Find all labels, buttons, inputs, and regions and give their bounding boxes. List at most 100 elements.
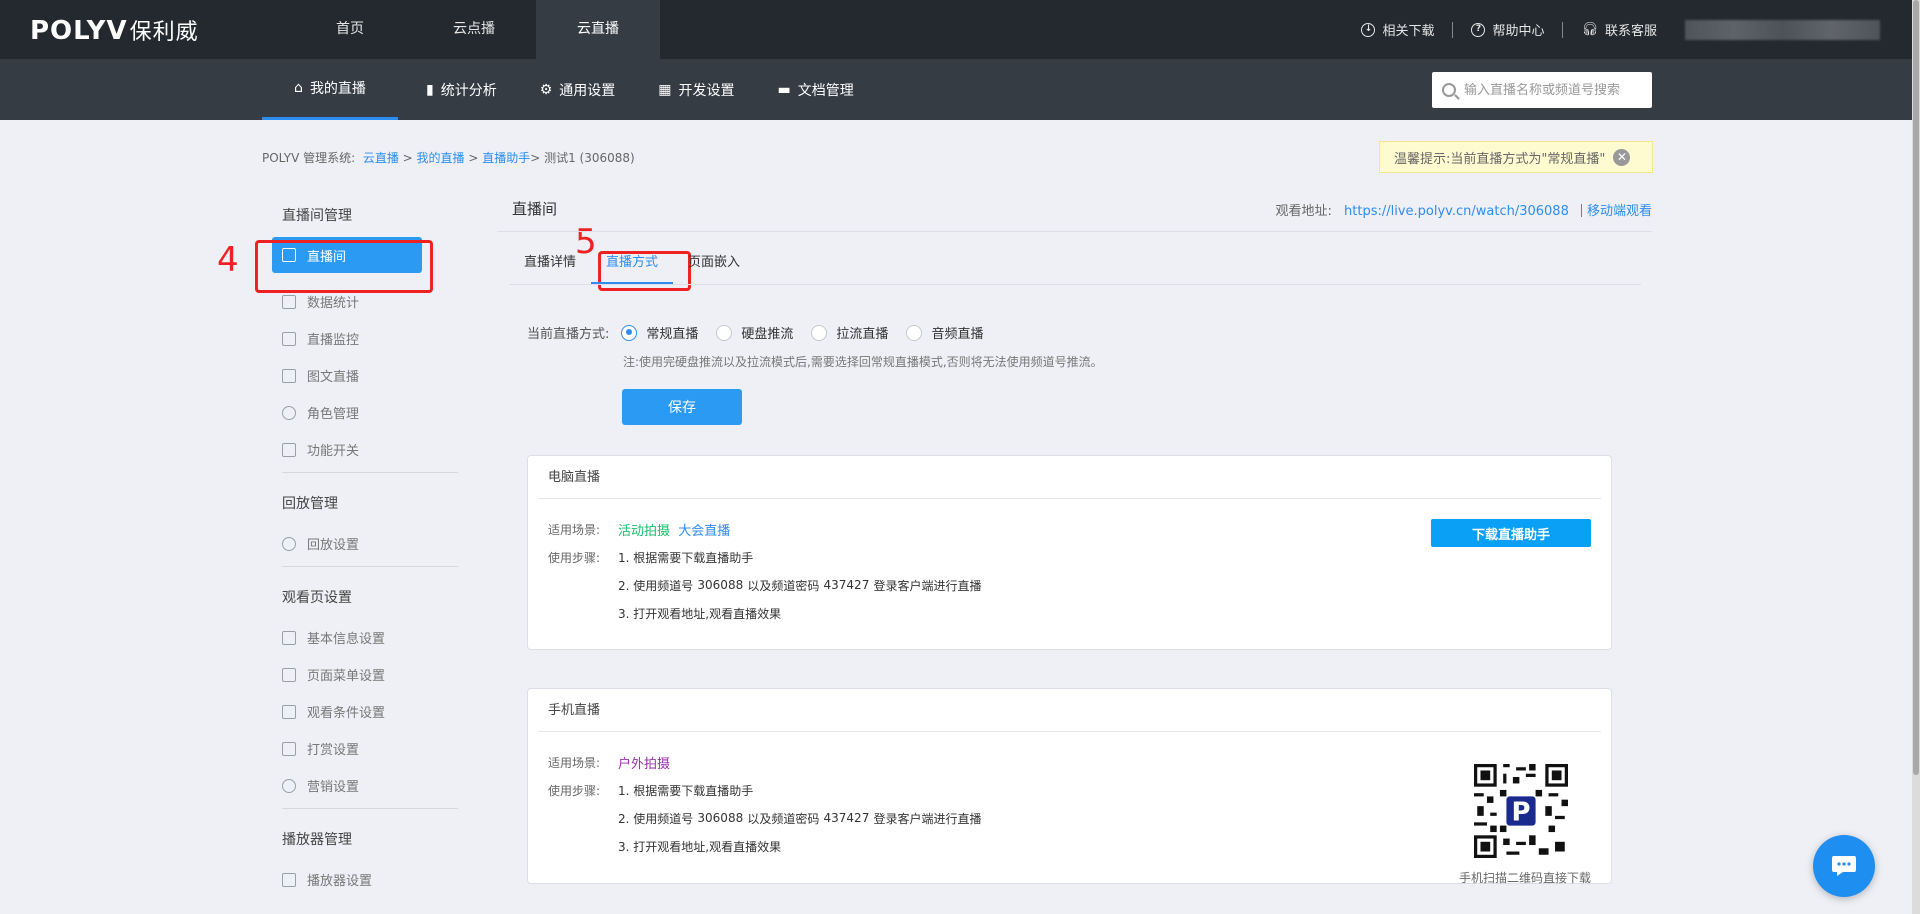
sidebar-item-roles[interactable]: 角色管理 xyxy=(262,394,458,431)
mobile-live-card: 手机直播 适用场景: 户外拍摄 使用步骤: 1. 根据需要下载直播助手 2. 使… xyxy=(527,688,1612,885)
window-icon xyxy=(282,630,296,645)
radio-pull-stream[interactable]: 拉流直播 xyxy=(811,323,888,342)
live-mode-radio-group: 当前直播方式: 常规直播 硬盘推流 拉流直播 音频直播 xyxy=(527,323,1001,342)
breadcrumb-cloud-live[interactable]: 云直播 xyxy=(363,151,399,165)
image-icon xyxy=(282,368,296,383)
card-title: 电脑直播 xyxy=(538,456,1601,499)
mode-note: 注:使用完硬盘推流以及拉流模式后,需要选择回常规直播模式,否则将无法使用频道号推… xyxy=(623,355,1103,369)
mobile-watch-link[interactable]: 移动端观看 xyxy=(1587,204,1652,219)
top-nav-vod[interactable]: 云点播 xyxy=(412,0,536,59)
channel-password: 437427 xyxy=(823,811,870,825)
tab-live-mode[interactable]: 直播方式 xyxy=(591,248,674,284)
radio-dot xyxy=(906,324,923,341)
yen-icon xyxy=(282,741,296,756)
sidebar-item-page-menu[interactable]: 页面菜单设置 xyxy=(262,656,458,693)
annotation-label-4: 4 xyxy=(217,240,239,280)
breadcrumb-assistant[interactable]: 直播助手 xyxy=(482,151,530,165)
sidebar-item-playback-settings[interactable]: 回放设置 xyxy=(262,525,458,562)
sidebar-group-room: 直播间管理 xyxy=(282,208,352,224)
gear-icon: ⚙ xyxy=(539,81,553,98)
channel-password: 437427 xyxy=(823,578,870,592)
menu-list-icon xyxy=(282,667,296,682)
scene-tag: 活动拍摄 xyxy=(618,523,671,539)
top-nav-home[interactable]: 首页 xyxy=(288,0,412,59)
sidebar-item-player-settings[interactable]: 播放器设置 xyxy=(262,861,458,898)
radio-audio-live[interactable]: 音频直播 xyxy=(906,323,983,342)
scene-tag: 大会直播 xyxy=(678,523,731,539)
download-icon: ↓ xyxy=(1361,22,1376,37)
top-nav-live[interactable]: 云直播 xyxy=(536,0,660,59)
tip-banner: 温馨提示:当前直播方式为"常规直播" ✕ xyxy=(1379,141,1653,173)
top-right-links: ↓ 相关下载 ? 帮助中心 🎧︎ 联系客服 xyxy=(1343,0,1880,59)
scene-row: 适用场景: 户外拍摄 xyxy=(548,748,1611,776)
save-button[interactable]: 保存 xyxy=(622,389,742,425)
radio-normal-live[interactable]: 常规直播 xyxy=(621,323,698,342)
subnav-dev-settings[interactable]: ▦ 开发设置 xyxy=(643,59,749,120)
page-title: 直播间 xyxy=(512,200,558,218)
step-row: 使用步骤: 1. 根据需要下载直播助手 xyxy=(548,783,754,798)
divider xyxy=(282,566,458,567)
headset-icon: 🎧︎ xyxy=(1581,22,1598,37)
search-icon xyxy=(1442,83,1456,97)
sidebar-item-monitor[interactable]: 直播监控 xyxy=(262,320,458,357)
sidebar-group-playback: 回放管理 xyxy=(282,496,338,512)
bar-chart-icon xyxy=(282,294,296,309)
download-assistant-button[interactable]: 下载直播助手 xyxy=(1431,519,1591,547)
support-link[interactable]: 🎧︎ 联系客服 xyxy=(1563,20,1675,39)
sub-nav: ⌂ 我的直播 ▮ 统计分析 ⚙ 通用设置 ▦ 开发设置 ▬ 文档管理 xyxy=(0,59,1920,120)
tabs: 直播详情 直播方式 页面嵌入 xyxy=(509,248,755,284)
breadcrumb-my-live[interactable]: 我的直播 xyxy=(417,151,465,165)
svg-text:P: P xyxy=(1512,798,1531,828)
close-icon[interactable]: ✕ xyxy=(1613,148,1631,166)
qr-caption: 手机扫描二维码直接下载 xyxy=(1458,871,1591,885)
sidebar-item-switches[interactable]: 功能开关 xyxy=(262,431,458,468)
step-row: 2. 使用频道号 306088 以及频道密码 437427 登录客户端进行直播 xyxy=(618,578,982,593)
sidebar-item-watch-conditions[interactable]: 观看条件设置 xyxy=(262,693,458,730)
sidebar-item-basic-info[interactable]: 基本信息设置 xyxy=(262,619,458,656)
watch-address: 观看地址: https://live.polyv.cn/watch/306088… xyxy=(1275,204,1652,219)
home-icon: ⌂ xyxy=(294,80,303,96)
subnav-statistics[interactable]: ▮ 统计分析 xyxy=(411,59,512,120)
folder-icon: ▬ xyxy=(777,81,791,98)
pc-live-card: 电脑直播 适用场景: 活动拍摄 大会直播 使用步骤: 1. 根据需要下载直播助手… xyxy=(527,455,1612,650)
user-icon xyxy=(282,405,296,420)
grid-icon: ▦ xyxy=(658,81,672,98)
channel-search-input[interactable] xyxy=(1464,82,1644,98)
download-link[interactable]: ↓ 相关下载 xyxy=(1343,20,1452,39)
step-row: 3. 打开观看地址,观看直播效果 xyxy=(618,606,782,621)
step-row: 3. 打开观看地址,观看直播效果 xyxy=(618,839,782,854)
scrollbar-thumb[interactable] xyxy=(1913,0,1919,775)
subnav-my-live[interactable]: ⌂ 我的直播 xyxy=(262,59,398,120)
divider xyxy=(282,808,458,809)
channel-search[interactable] xyxy=(1432,72,1652,108)
subnav-docs[interactable]: ▬ 文档管理 xyxy=(763,59,869,120)
radio-dot xyxy=(621,324,638,341)
bar-chart-icon: ▮ xyxy=(426,81,434,98)
divider xyxy=(1580,204,1582,217)
radio-disk-push[interactable]: 硬盘推流 xyxy=(716,323,793,342)
qr-code[interactable]: P xyxy=(1474,764,1568,858)
sidebar: 直播间管理 直播间 数据统计 直播监控 图文直播 角色管理 功能开关 回放管理 … xyxy=(262,205,458,898)
polyv-logo[interactable]: POLYV保利威 xyxy=(30,14,199,46)
tab-live-details[interactable]: 直播详情 xyxy=(509,248,591,284)
chat-bubble-icon xyxy=(1832,856,1856,876)
sidebar-group-watch-page: 观看页设置 xyxy=(282,590,352,606)
chat-button[interactable] xyxy=(1813,835,1875,897)
help-link[interactable]: ? 帮助中心 xyxy=(1453,20,1562,39)
mode-label: 当前直播方式: xyxy=(527,327,610,342)
annotation-box-4 xyxy=(255,240,433,293)
subnav-general-settings[interactable]: ⚙ 通用设置 xyxy=(525,59,631,120)
watch-url-link[interactable]: https://live.polyv.cn/watch/306088 xyxy=(1344,204,1569,219)
channel-number: 306088 xyxy=(697,811,744,825)
top-bar: POLYV保利威 首页 云点播 云直播 ↓ 相关下载 ? 帮助中心 🎧︎ 联系客… xyxy=(0,0,1920,59)
scene-tag: 户外拍摄 xyxy=(618,756,671,772)
sidebar-item-reward[interactable]: 打赏设置 xyxy=(262,730,458,767)
tab-page-embed[interactable]: 页面嵌入 xyxy=(673,248,755,284)
radio-dot xyxy=(716,324,733,341)
sidebar-item-graphic-live[interactable]: 图文直播 xyxy=(262,357,458,394)
user-account-blurred[interactable] xyxy=(1685,19,1880,40)
breadcrumb: POLYV 管理系统: 云直播 > 我的直播 > 直播助手> 测试1 (3060… xyxy=(262,151,635,165)
page-scrollbar[interactable] xyxy=(1912,0,1920,914)
sidebar-item-marketing[interactable]: 营销设置 xyxy=(262,767,458,804)
card-title: 手机直播 xyxy=(538,689,1601,732)
